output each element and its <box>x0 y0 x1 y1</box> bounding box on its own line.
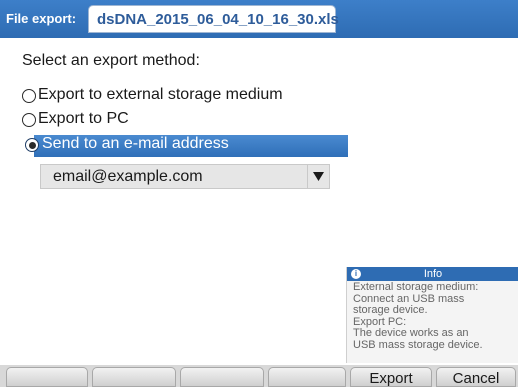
softkey-2[interactable] <box>92 367 176 387</box>
softkey-3[interactable] <box>180 367 264 387</box>
file-export-label: File export: <box>6 11 77 26</box>
info-line: The device works as an <box>353 327 469 339</box>
email-address-value: email@example.com <box>53 168 203 185</box>
info-body: External storage medium: Connect an USB … <box>353 281 517 351</box>
info-line: storage device. <box>353 304 428 316</box>
title-bar: File export: dsDNA_2015_06_04_10_16_30.x… <box>0 0 518 38</box>
option-send-email[interactable]: Send to an e-mail address <box>25 135 348 157</box>
filename-tab: dsDNA_2015_06_04_10_16_30.xls <box>88 5 339 33</box>
dropdown-arrow-icon[interactable] <box>307 165 329 188</box>
cancel-button[interactable]: Cancel <box>436 367 516 387</box>
radio-button-selected[interactable] <box>25 138 39 152</box>
option-export-pc[interactable]: Export to PC <box>22 110 348 132</box>
export-button[interactable]: Export <box>350 367 432 387</box>
info-line: External storage medium: <box>353 281 479 293</box>
prompt-text: Select an export method: <box>22 52 200 69</box>
filename-text: dsDNA_2015_06_04_10_16_30.xls <box>97 11 339 28</box>
softkey-4[interactable] <box>268 367 346 387</box>
email-address-select[interactable]: email@example.com <box>40 164 330 189</box>
option-label: Export to PC <box>38 110 129 127</box>
option-external-storage[interactable]: Export to external storage medium <box>22 86 348 108</box>
radio-button[interactable] <box>22 113 36 127</box>
info-line: USB mass storage device. <box>353 338 483 351</box>
info-header: i Info <box>347 267 518 281</box>
softkey-bar: Export Cancel <box>0 365 518 387</box>
info-title: Info <box>423 268 443 280</box>
info-panel: i Info External storage medium: Connect … <box>346 267 518 363</box>
option-label: Export to external storage medium <box>38 86 283 103</box>
radio-button[interactable] <box>22 89 36 103</box>
softkey-1[interactable] <box>6 367 88 387</box>
option-label: Send to an e-mail address <box>42 135 229 152</box>
